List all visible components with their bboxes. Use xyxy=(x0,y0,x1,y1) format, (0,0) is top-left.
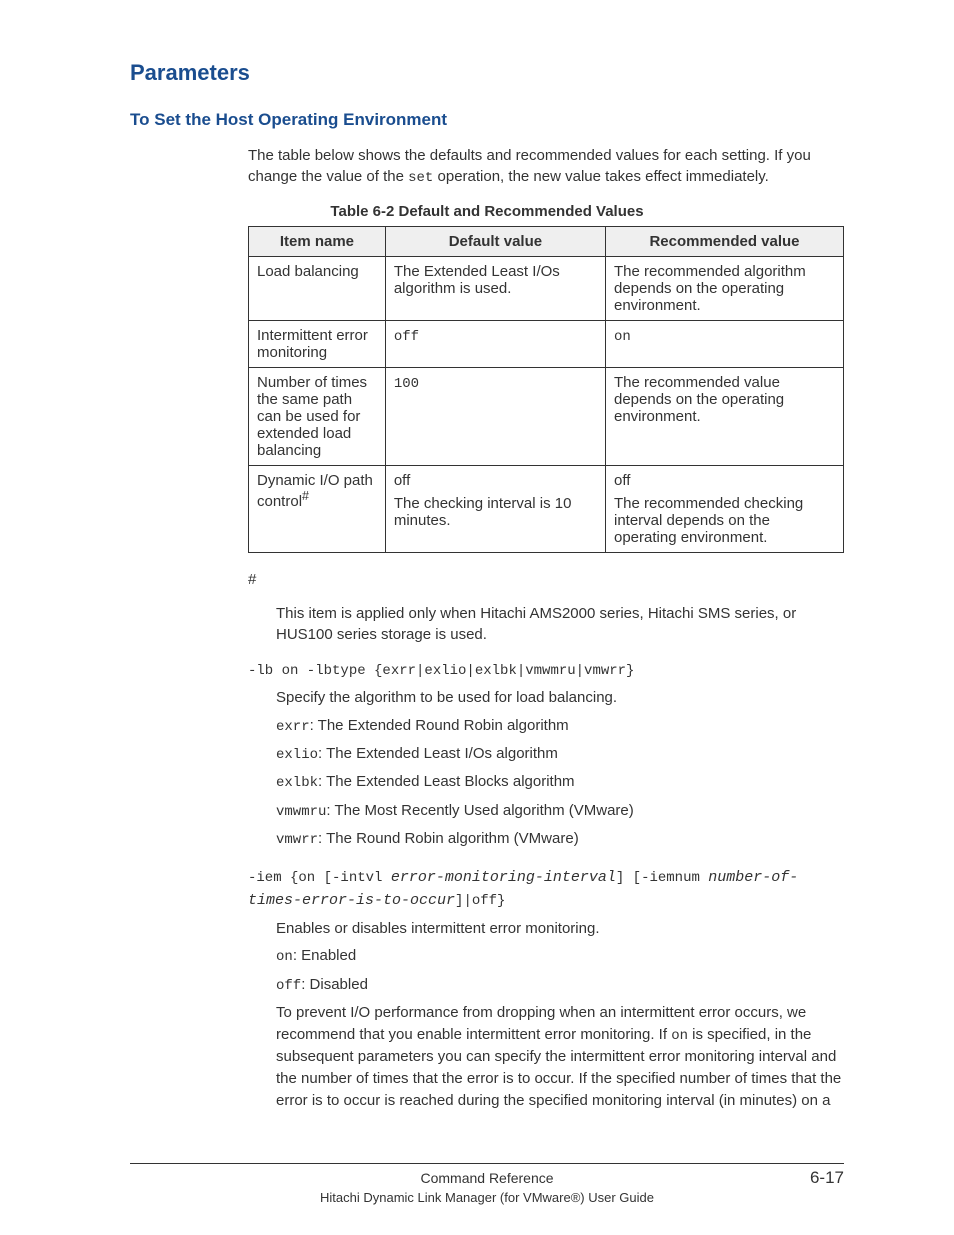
param2-off-code: off xyxy=(276,978,301,994)
cell-item: Dynamic I/O path control# xyxy=(249,465,386,552)
intro-paragraph: The table below shows the defaults and r… xyxy=(248,145,844,189)
cell-rec: The recommended value depends on the ope… xyxy=(605,367,843,465)
cell-rec-code: on xyxy=(614,329,631,345)
param2-on: on: Enabled xyxy=(276,945,844,967)
param1-item-text: : The Extended Least Blocks algorithm xyxy=(318,773,575,790)
param2-off: off: Disabled xyxy=(276,974,844,996)
param2-on-text: : Enabled xyxy=(293,947,356,964)
col-header-item: Item name xyxy=(249,226,386,256)
param1-item-text: : The Most Recently Used algorithm (VMwa… xyxy=(326,802,633,819)
table-caption: Table 6-2 Default and Recommended Values xyxy=(130,203,844,220)
param2-para-code: on xyxy=(671,1028,688,1044)
page-footer: Command Reference 6-17 Hitachi Dynamic L… xyxy=(130,1163,844,1205)
cell-default-1: off xyxy=(394,472,597,489)
table-row: Intermittent error monitoring off on xyxy=(249,320,844,367)
intro-code: set xyxy=(408,170,433,186)
param1-item-text: : The Round Robin algorithm (VMware) xyxy=(318,830,579,847)
cell-default-code: 100 xyxy=(394,376,419,392)
cell-item-text: Dynamic I/O path control xyxy=(257,472,373,510)
table-header-row: Item name Default value Recommended valu… xyxy=(249,226,844,256)
cell-rec: off The recommended checking interval de… xyxy=(605,465,843,552)
cell-item: Number of times the same path can be use… xyxy=(249,367,386,465)
param2-syntax: -iem {on [-intvl error-monitoring-interv… xyxy=(248,866,844,912)
cell-rec: on xyxy=(605,320,843,367)
param2-syntax-p2: ] [-iemnum xyxy=(616,870,708,886)
param2-syntax-p1: -iem {on [-intvl xyxy=(248,870,391,886)
param1-syntax: -lb on -lbtype {exrr|exlio|exlbk|vmwmru|… xyxy=(248,659,844,681)
subsection-heading: To Set the Host Operating Environment xyxy=(130,110,844,130)
parameters-heading: Parameters xyxy=(130,60,844,86)
footer-section: Command Reference xyxy=(190,1170,784,1186)
table-row: Load balancing The Extended Least I/Os a… xyxy=(249,256,844,320)
cell-item: Intermittent error monitoring xyxy=(249,320,386,367)
footer-doc-title: Hitachi Dynamic Link Manager (for VMware… xyxy=(130,1190,844,1205)
cell-rec-2: The recommended checking interval depend… xyxy=(614,495,835,546)
param1-item-code: vmwrr xyxy=(276,832,318,848)
cell-default: 100 xyxy=(385,367,605,465)
param1-item-text: : The Extended Least I/Os algorithm xyxy=(318,745,558,762)
cell-rec: The recommended algorithm depends on the… xyxy=(605,256,843,320)
cell-rec-1: off xyxy=(614,472,835,489)
parameters-table: Item name Default value Recommended valu… xyxy=(248,226,844,553)
cell-default-code: off xyxy=(394,329,419,345)
cell-default: off xyxy=(385,320,605,367)
param1-item-code: vmwmru xyxy=(276,804,326,820)
param1-item: vmwrr: The Round Robin algorithm (VMware… xyxy=(276,828,844,850)
cell-item: Load balancing xyxy=(249,256,386,320)
param2-para: To prevent I/O performance from dropping… xyxy=(276,1002,844,1111)
footnote-text: This item is applied only when Hitachi A… xyxy=(276,603,844,645)
param1-item: exrr: The Extended Round Robin algorithm xyxy=(276,715,844,737)
cell-default: The Extended Least I/Os algorithm is use… xyxy=(385,256,605,320)
param1-item-code: exrr xyxy=(276,719,310,735)
footer-page-number: 6-17 xyxy=(784,1168,844,1188)
cell-item-sup: # xyxy=(302,489,309,503)
param2-on-code: on xyxy=(276,949,293,965)
col-header-recommended: Recommended value xyxy=(605,226,843,256)
param2-off-text: : Disabled xyxy=(301,976,368,993)
param1-desc: Specify the algorithm to be used for loa… xyxy=(276,687,844,709)
param2-syntax-p3: ]|off} xyxy=(455,893,505,909)
footnote-marker: # xyxy=(248,571,844,588)
param1-item: exlio: The Extended Least I/Os algorithm xyxy=(276,743,844,765)
param1-item: vmwmru: The Most Recently Used algorithm… xyxy=(276,800,844,822)
cell-default: off The checking interval is 10 minutes. xyxy=(385,465,605,552)
cell-default-2: The checking interval is 10 minutes. xyxy=(394,495,597,529)
param1-item-code: exlio xyxy=(276,747,318,763)
table-row: Number of times the same path can be use… xyxy=(249,367,844,465)
intro-post: operation, the new value takes effect im… xyxy=(433,168,768,185)
param2-desc: Enables or disables intermittent error m… xyxy=(276,918,844,940)
col-header-default: Default value xyxy=(385,226,605,256)
param1-item: exlbk: The Extended Least Blocks algorit… xyxy=(276,771,844,793)
table-row: Dynamic I/O path control# off The checki… xyxy=(249,465,844,552)
param1-item-text: : The Extended Round Robin algorithm xyxy=(310,717,569,734)
param1-syntax-code: -lb on -lbtype {exrr|exlio|exlbk|vmwmru|… xyxy=(248,663,634,679)
param1-item-code: exlbk xyxy=(276,775,318,791)
param2-arg1: error-monitoring-interval xyxy=(391,869,616,886)
